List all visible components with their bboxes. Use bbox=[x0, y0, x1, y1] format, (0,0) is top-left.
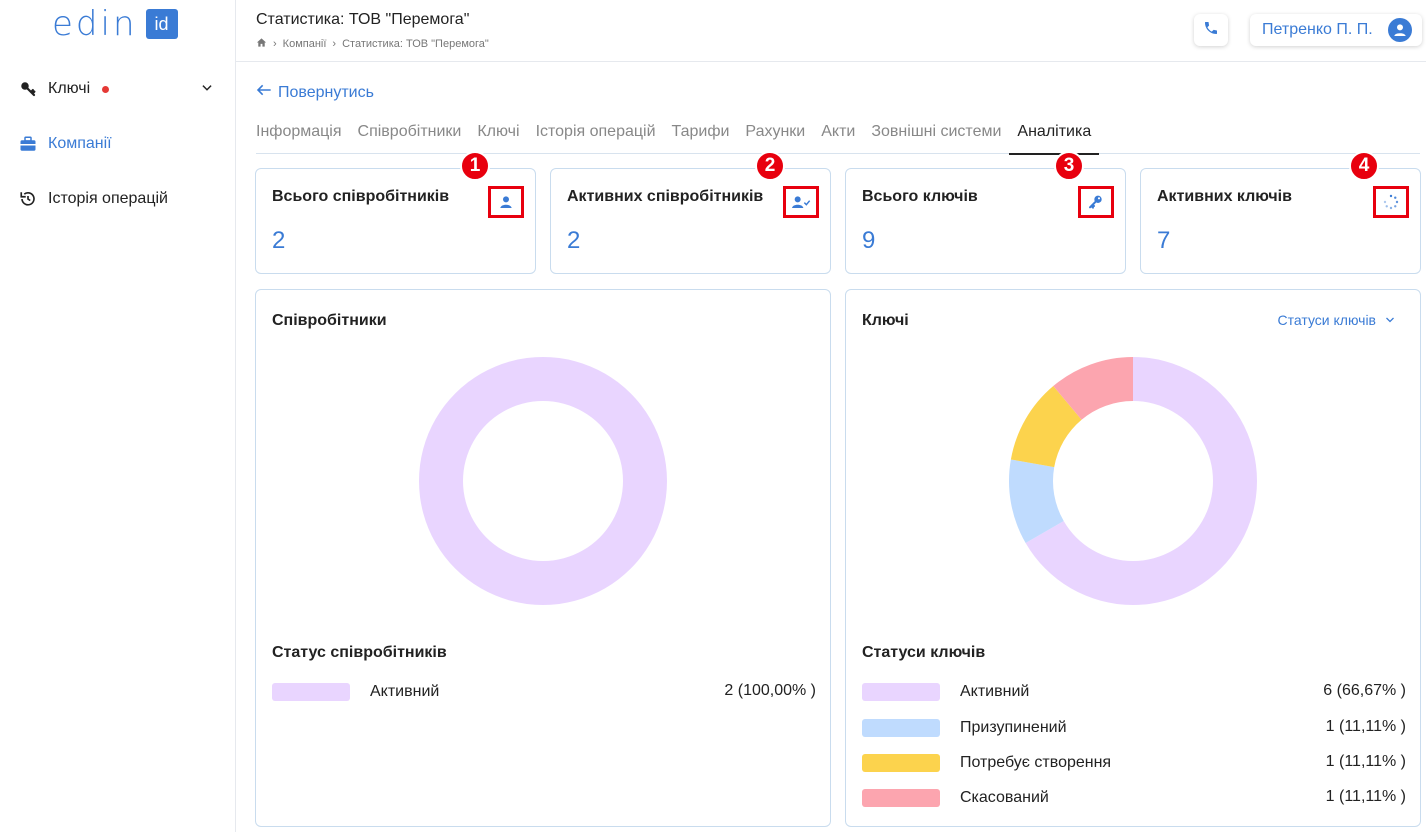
employees-donut-chart bbox=[418, 357, 667, 605]
card-value: 2 bbox=[272, 227, 286, 254]
card-title: Активних ключів bbox=[1157, 188, 1292, 205]
legend-label: Призупинений bbox=[960, 719, 1067, 736]
legend-item-suspended: Призупинений bbox=[862, 718, 1067, 738]
legend-value: 1 (11,11% ) bbox=[1325, 753, 1406, 770]
legend-value: 6 (66,67% ) bbox=[1323, 682, 1406, 699]
panel-title: Ключі bbox=[862, 312, 909, 329]
breadcrumb-item[interactable]: Компанії bbox=[283, 38, 327, 50]
marker-badge: 2 bbox=[755, 151, 785, 181]
key-status-dropdown[interactable]: Статуси ключів bbox=[1278, 312, 1396, 328]
tab-employees[interactable]: Співробітники bbox=[350, 120, 470, 154]
legend-label: Потребує створення bbox=[960, 754, 1112, 771]
tab-information[interactable]: Інформація bbox=[256, 120, 350, 154]
legend-swatch bbox=[862, 683, 940, 701]
legend-value: 1 (11,11% ) bbox=[1325, 718, 1406, 735]
tab-operations-history[interactable]: Історія операцій bbox=[528, 120, 664, 154]
loading-icon bbox=[1373, 186, 1409, 218]
history-icon bbox=[18, 189, 38, 209]
legend-swatch bbox=[862, 754, 940, 772]
header: Статистика: ТОВ "Перемога" › Компанії › … bbox=[236, 0, 1426, 62]
logo[interactable]: edin id bbox=[52, 4, 178, 44]
marker-badge: 3 bbox=[1054, 151, 1084, 181]
logo-badge: id bbox=[145, 9, 178, 39]
page-title: Статистика: ТОВ "Перемога" bbox=[256, 11, 470, 28]
back-label: Повернутись bbox=[278, 83, 374, 101]
tab-invoices[interactable]: Рахунки bbox=[737, 120, 813, 154]
legend-swatch bbox=[272, 683, 350, 701]
donut-slice-активний[interactable] bbox=[418, 357, 667, 605]
tab-tariffs[interactable]: Тарифи bbox=[664, 120, 738, 154]
legend-item-needs-creation: Потребує створення bbox=[862, 753, 1111, 773]
legend-value: 1 (11,11% ) bbox=[1325, 788, 1406, 805]
phone-icon bbox=[1203, 20, 1219, 41]
tab-keys[interactable]: Ключі bbox=[469, 120, 527, 154]
chevron-down-icon bbox=[1386, 317, 1394, 323]
notification-dot bbox=[102, 85, 110, 93]
card-total-keys: Всього ключів 9 bbox=[845, 168, 1126, 274]
user-name: Петренко П. П. bbox=[1262, 21, 1373, 38]
legend-item-active: Активний bbox=[272, 682, 439, 702]
sidebar-item-companies[interactable]: Компанії bbox=[18, 129, 218, 159]
panel-title: Співробітники bbox=[272, 312, 387, 329]
sidebar-item-history[interactable]: Історія операцій bbox=[18, 184, 218, 214]
chevron-down-icon[interactable] bbox=[200, 81, 214, 100]
sidebar-item-keys[interactable]: Ключі bbox=[18, 74, 218, 104]
chevron-right-icon: › bbox=[273, 38, 277, 50]
legend-title: Статус співробітників bbox=[272, 644, 447, 661]
legend-label: Скасований bbox=[960, 789, 1049, 806]
arrow-left-icon bbox=[256, 83, 272, 102]
home-icon[interactable] bbox=[256, 37, 267, 51]
user-menu-button[interactable]: Петренко П. П. bbox=[1250, 14, 1422, 46]
key-icon bbox=[18, 79, 38, 99]
tab-external-systems[interactable]: Зовнішні системи bbox=[863, 120, 1009, 154]
keys-donut-chart bbox=[1009, 357, 1257, 605]
marker-badge: 1 bbox=[460, 151, 490, 181]
card-active-employees: Активних співробітників 2 bbox=[550, 168, 831, 274]
legend-item-active: Активний bbox=[862, 682, 1029, 702]
tab-bar: Інформація Співробітники Ключі Історія о… bbox=[256, 120, 1420, 155]
card-active-keys: Активних ключів 7 bbox=[1140, 168, 1421, 274]
phone-button[interactable] bbox=[1194, 14, 1228, 46]
tab-acts[interactable]: Акти bbox=[813, 120, 863, 154]
legend-label: Активний bbox=[960, 683, 1030, 700]
card-total-employees: Всього співробітників 2 bbox=[255, 168, 536, 274]
breadcrumb-item: Статистика: ТОВ "Перемога" bbox=[342, 38, 489, 50]
legend-value: 2 (100,00% ) bbox=[724, 682, 816, 699]
employees-panel: Співробітники Статус співробітників Акти… bbox=[255, 289, 831, 827]
marker-badge: 4 bbox=[1349, 151, 1379, 181]
breadcrumb: › Компанії › Статистика: ТОВ "Перемога" bbox=[256, 37, 495, 51]
legend-label: Активний bbox=[370, 683, 440, 700]
card-title: Активних співробітників bbox=[567, 188, 764, 205]
legend-title: Статуси ключів bbox=[862, 644, 986, 661]
dropdown-label: Статуси ключів bbox=[1277, 312, 1376, 328]
sidebar: edin id Ключі Компанії Історія операцій bbox=[0, 0, 236, 832]
sidebar-item-label: Історія операцій bbox=[48, 190, 168, 207]
tab-analytics[interactable]: Аналітика bbox=[1009, 120, 1100, 155]
legend-item-cancelled: Скасований bbox=[862, 788, 1049, 808]
user-check-icon bbox=[783, 186, 819, 218]
card-value: 9 bbox=[862, 227, 876, 254]
card-value: 2 bbox=[567, 227, 581, 254]
avatar bbox=[1388, 18, 1412, 42]
logo-text: edin bbox=[52, 4, 138, 44]
sidebar-item-label: Компанії bbox=[48, 135, 112, 152]
key-icon bbox=[1078, 186, 1114, 218]
card-title: Всього співробітників bbox=[272, 188, 450, 205]
back-link[interactable]: Повернутись bbox=[256, 83, 374, 102]
card-title: Всього ключів bbox=[862, 188, 978, 205]
card-value: 7 bbox=[1157, 227, 1171, 254]
legend-swatch bbox=[862, 789, 940, 807]
legend-swatch bbox=[862, 719, 940, 737]
user-icon bbox=[488, 186, 524, 218]
briefcase-icon bbox=[18, 134, 38, 154]
sidebar-item-label: Ключі bbox=[48, 80, 91, 97]
chevron-right-icon: › bbox=[332, 38, 337, 50]
keys-panel: Ключі Статуси ключів Статуси ключів Акти… bbox=[845, 289, 1421, 827]
